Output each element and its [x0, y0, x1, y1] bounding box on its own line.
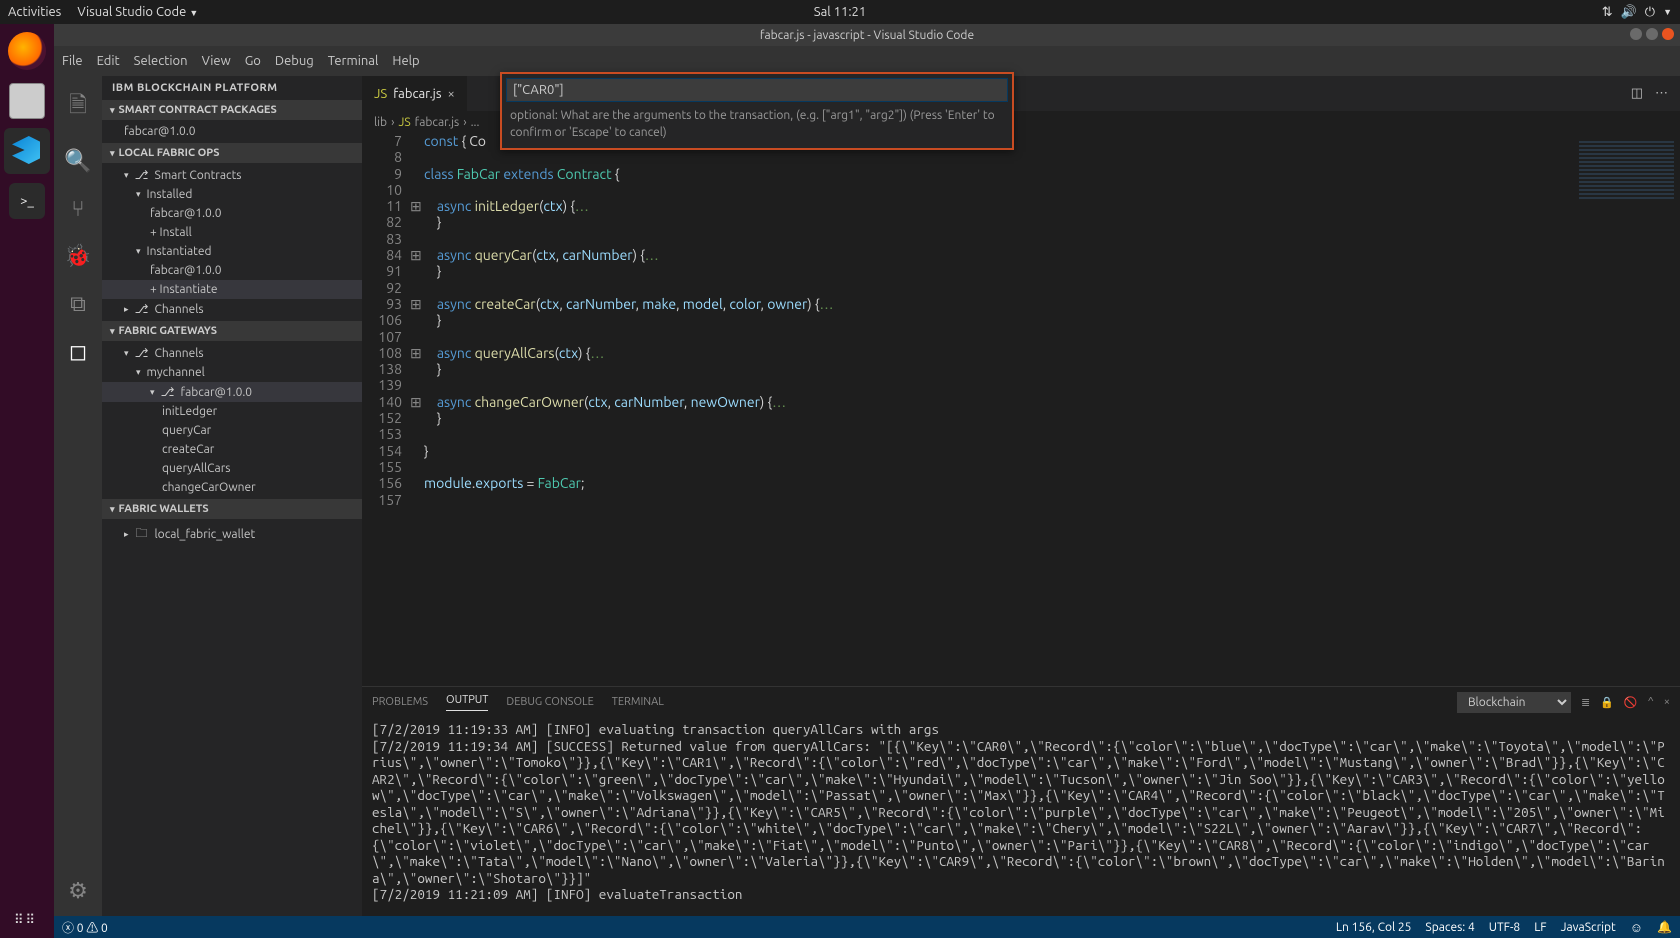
feedback-icon[interactable]: ☺ [1630, 920, 1643, 935]
tree-item[interactable]: ▾mychannel [102, 363, 362, 382]
close-panel-icon[interactable]: × [1664, 696, 1670, 708]
section-localfabric[interactable]: ▾LOCAL FABRIC OPS [102, 143, 362, 163]
quick-input-field[interactable] [506, 78, 1008, 102]
status-position[interactable]: Ln 156, Col 25 [1336, 921, 1412, 934]
search-icon[interactable]: 🔍 [64, 148, 91, 174]
tree-item[interactable]: initLedger [102, 402, 362, 421]
maximize-panel-icon[interactable]: ^ [1648, 696, 1654, 708]
app-menu[interactable]: Visual Studio Code ▼ [73, 5, 198, 19]
firefox-launcher[interactable] [4, 28, 50, 74]
tree-item[interactable]: ▸⎇Channels [102, 299, 362, 319]
menu-debug[interactable]: Debug [275, 54, 314, 68]
power-icon[interactable]: ⏻ [1645, 5, 1655, 20]
gear-icon[interactable]: ⚙ [68, 878, 88, 916]
menu-go[interactable]: Go [245, 54, 261, 68]
status-bar: 0 0 Ln 156, Col 25 Spaces: 4 UTF-8 LF Ja… [54, 916, 1680, 938]
menu-selection[interactable]: Selection [134, 54, 188, 68]
section-wallets[interactable]: ▾FABRIC WALLETS [102, 499, 362, 519]
tree-item[interactable]: ▸🗀local_fabric_wallet [102, 521, 362, 548]
panel-tab-output[interactable]: OUTPUT [446, 694, 488, 711]
status-language[interactable]: JavaScript [1561, 921, 1616, 934]
output-body[interactable]: [7/2/2019 11:19:33 AM] [INFO] evaluating… [362, 717, 1680, 916]
sound-icon[interactable]: 🔊 [1621, 5, 1637, 20]
system-menu-icon[interactable]: ▼ [1663, 7, 1672, 17]
tree-item[interactable]: fabcar@1.0.0 [102, 204, 362, 223]
output-channel-select[interactable]: Blockchain [1457, 692, 1571, 713]
tree-item[interactable]: + Instantiate [102, 280, 362, 299]
tree-item[interactable]: fabcar@1.0.0 [102, 261, 362, 280]
more-actions-icon[interactable]: ⋯ [1655, 86, 1668, 101]
files-icon [9, 83, 45, 119]
activity-bar: 🗎 🔍 ⑂ 🐞 ⧉ ◻ ⚙ [54, 76, 102, 916]
terminal-launcher[interactable]: >_ [4, 178, 50, 224]
tab-fabcar[interactable]: JS fabcar.js × [362, 76, 468, 111]
source-control-icon[interactable]: ⑂ [71, 196, 84, 221]
section-packages[interactable]: ▾SMART CONTRACT PACKAGES [102, 100, 362, 120]
bottom-panel: PROBLEMS OUTPUT DEBUG CONSOLE TERMINAL Block… [362, 686, 1680, 916]
ibm-blockchain-icon[interactable]: ◻ [69, 339, 87, 365]
panel-tabs: PROBLEMS OUTPUT DEBUG CONSOLE TERMINAL Block… [362, 687, 1680, 717]
js-file-icon: JS [374, 87, 387, 101]
tree-item[interactable]: ▾⎇Channels [102, 343, 362, 363]
tree-item[interactable]: ▾⎇Smart Contracts [102, 165, 362, 185]
show-apps-icon[interactable]: ⠿⠿ [14, 913, 37, 928]
minimize-button[interactable] [1630, 28, 1642, 40]
menu-help[interactable]: Help [392, 54, 419, 68]
quick-input: optional: What are the arguments to the … [500, 72, 1014, 150]
menu-edit[interactable]: Edit [97, 54, 120, 68]
firefox-icon [8, 32, 46, 70]
clock[interactable]: Sal 11:21 [814, 5, 866, 19]
maximize-button[interactable] [1646, 28, 1658, 40]
tree-item[interactable]: queryCar [102, 421, 362, 440]
tree-item[interactable]: createCar [102, 440, 362, 459]
menu-view[interactable]: View [202, 54, 231, 68]
quick-input-hint: optional: What are the arguments to the … [506, 102, 1008, 144]
minimap[interactable] [1570, 133, 1680, 686]
explorer-icon[interactable]: 🗎 [69, 88, 87, 126]
menu-file[interactable]: File [62, 54, 83, 68]
vscode-window: fabcar.js - javascript - Visual Studio C… [54, 24, 1680, 938]
window-title: fabcar.js - javascript - Visual Studio C… [760, 29, 974, 42]
code-editor[interactable]: 7 8 9 10 11 82 83 84 91 92 93 106 107 10… [362, 133, 1680, 686]
tab-close-icon[interactable]: × [447, 87, 454, 101]
extensions-icon[interactable]: ⧉ [70, 291, 86, 317]
status-errors[interactable]: 0 0 [62, 919, 108, 936]
panel-title: IBM BLOCKCHAIN PLATFORM [102, 76, 362, 100]
notifications-icon[interactable]: 🔔 [1657, 920, 1672, 934]
status-spaces[interactable]: Spaces: 4 [1425, 921, 1474, 934]
panel-tab-debug-console[interactable]: DEBUG CONSOLE [506, 696, 593, 708]
status-eol[interactable]: LF [1534, 921, 1546, 934]
tree-item[interactable]: ▾⎇fabcar@1.0.0 [102, 382, 362, 402]
output-lock-icon[interactable]: 🔒 [1600, 696, 1614, 709]
tree-item[interactable]: ▾Instantiated [102, 242, 362, 261]
section-gateways[interactable]: ▾FABRIC GATEWAYS [102, 321, 362, 341]
network-icon[interactable]: ⇅ [1602, 5, 1613, 20]
tree-item[interactable]: + Install [102, 223, 362, 242]
tree-item[interactable]: fabcar@1.0.0 [102, 122, 362, 141]
close-button[interactable] [1662, 28, 1674, 40]
panel-tab-problems[interactable]: PROBLEMS [372, 696, 428, 708]
editor-group: JS fabcar.js × ◫ ⋯ lib› JSfabcar.js› ...… [362, 76, 1680, 916]
tree-item[interactable]: ▾Installed [102, 185, 362, 204]
status-encoding[interactable]: UTF-8 [1489, 921, 1520, 934]
js-file-icon: JS [398, 116, 410, 129]
output-filter-icon[interactable]: ≣ [1581, 696, 1590, 709]
activities-button[interactable]: Activities [8, 5, 61, 19]
dock: >_ ⠿⠿ [0, 24, 54, 938]
terminal-icon: >_ [9, 183, 45, 219]
tree-item[interactable]: queryAllCars [102, 459, 362, 478]
menu-terminal[interactable]: Terminal [328, 54, 379, 68]
window-titlebar: fabcar.js - javascript - Visual Studio C… [54, 24, 1680, 46]
tab-label: fabcar.js [393, 87, 441, 101]
panel-tab-terminal[interactable]: TERMINAL [612, 696, 664, 708]
split-editor-icon[interactable]: ◫ [1631, 86, 1643, 101]
debug-icon[interactable]: 🐞 [64, 243, 91, 269]
files-launcher[interactable] [4, 78, 50, 124]
side-panel: IBM BLOCKCHAIN PLATFORM ▾SMART CONTRACT … [102, 76, 362, 916]
gnome-top-panel: Activities Visual Studio Code ▼ Sal 11:2… [0, 0, 1680, 24]
clear-output-icon[interactable]: 🚫 [1624, 696, 1638, 709]
vscode-launcher[interactable] [4, 128, 50, 174]
tree-item[interactable]: changeCarOwner [102, 478, 362, 497]
